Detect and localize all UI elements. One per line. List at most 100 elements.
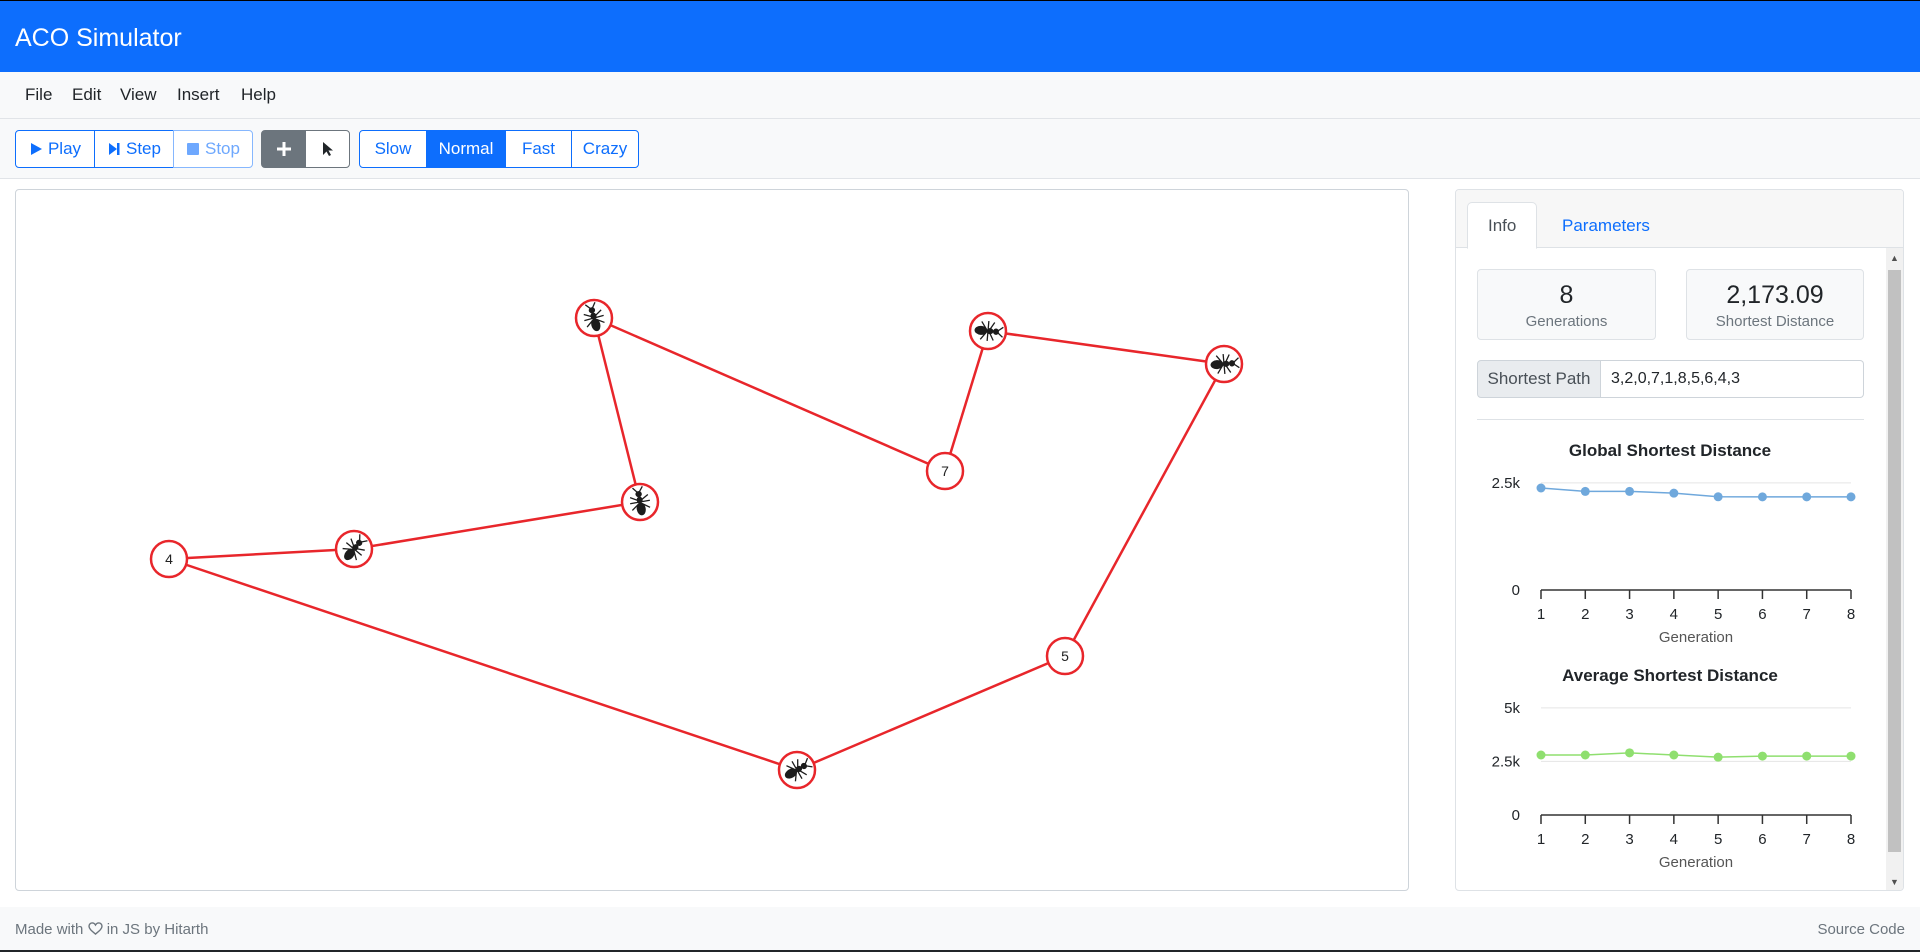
step-label: Step [126,139,161,158]
menu-edit[interactable]: Edit [72,85,101,105]
y-tick-label: 2.5k [1492,753,1521,770]
x-tick-label: 7 [1803,606,1811,623]
x-tick-label: 5 [1714,831,1722,848]
speed-crazy-button[interactable]: Crazy [571,130,639,168]
shortest-path-field[interactable]: 3,2,0,7,1,8,5,6,4,3 [1601,360,1864,398]
add-node-button[interactable] [261,130,306,168]
graph-nodes[interactable]: 4 7 5 [149,298,1244,790]
graph-node[interactable] [620,482,660,522]
scroll-up-icon[interactable]: ▲ [1886,250,1903,267]
generations-card: 8 Generations [1477,269,1656,340]
data-point [1536,750,1546,760]
speed-slow-button[interactable]: Slow [359,130,427,168]
y-tick-label: 5k [1504,700,1520,717]
menu-insert[interactable]: Insert [177,85,220,105]
navbar: ACO Simulator [0,0,1920,72]
data-point [1757,751,1767,761]
data-point [1713,492,1723,502]
scrollbar-thumb[interactable] [1888,270,1901,852]
menu-bar: File Edit View Insert Help [0,72,1920,119]
tool-mode-controls [261,130,350,168]
graph-node-7[interactable]: 7 [925,451,965,491]
speed-normal-button[interactable]: Normal [426,130,506,168]
menu-view[interactable]: View [120,85,157,105]
x-tick-label: 6 [1758,606,1766,623]
graph-node[interactable] [574,298,614,338]
stop-button[interactable]: Stop [173,130,253,168]
side-panel-scrollbar[interactable]: ▲ ▼ [1886,248,1903,890]
tab-info[interactable]: Info [1467,202,1538,249]
edge [987,329,1225,366]
data-point [1580,486,1590,496]
footer-credit: Made with in JS by Hitarth [15,921,208,938]
node-label: 4 [165,551,173,567]
x-tick-label: 8 [1847,831,1855,848]
cursor-icon [322,142,333,156]
graph-node[interactable] [777,750,817,790]
side-panel-tabs: Info Parameters [1456,190,1903,249]
data-point [1536,483,1546,493]
graph-canvas[interactable]: 4 7 5 [15,189,1409,891]
scroll-down-icon[interactable]: ▼ [1886,874,1903,890]
edge [353,500,641,551]
global-shortest-distance-chart: Global Shortest Distance 0 2.5k 1 2 3 4 5 6 7 8 Gen… [1492,441,1856,645]
x-axis-label: Generation [1659,629,1733,645]
shortest-distance-value: 2,173.09 [1726,281,1824,309]
data-point [1846,492,1856,502]
play-button[interactable]: Play [15,130,95,168]
x-tick-label: 8 [1847,606,1855,623]
shortest-distance-card: 2,173.09 Shortest Distance [1686,269,1864,340]
graph-svg[interactable]: 4 7 5 [16,190,1408,890]
edge [796,654,1066,772]
step-button[interactable]: Step [94,130,174,168]
footer: Made with in JS by Hitarth Source Code [0,907,1920,952]
play-icon [30,143,42,155]
data-point [1713,752,1723,762]
stop-icon [187,143,199,155]
y-tick-label: 0 [1512,807,1520,824]
footer-made-with: Made with [15,921,84,938]
graph-node[interactable] [334,529,374,569]
x-tick-label: 2 [1581,831,1589,848]
graph-node[interactable] [1204,344,1244,384]
select-button[interactable] [305,130,350,168]
heart-icon [87,922,103,935]
tab-parameters[interactable]: Parameters [1542,202,1670,249]
generations-value: 8 [1559,281,1574,309]
data-point [1757,492,1767,502]
speed-fast-button[interactable]: Fast [505,130,572,168]
data-point [1802,751,1812,761]
x-tick-label: 5 [1714,606,1722,623]
node-label: 5 [1061,648,1069,664]
plus-icon [276,142,291,156]
data-point [1802,492,1812,502]
node-label: 7 [941,463,949,479]
edge [943,330,990,472]
edge [1063,363,1226,657]
graph-node-4[interactable]: 4 [149,539,189,579]
data-point [1669,488,1679,498]
menu-file[interactable]: File [25,85,52,105]
edge [593,316,946,473]
chart-title: Global Shortest Distance [1569,441,1771,460]
shortest-distance-label: Shortest Distance [1715,313,1835,330]
shortest-path-group: Shortest Path 3,2,0,7,1,8,5,6,4,3 [1477,360,1864,398]
playback-controls: Play Step Stop [15,130,253,168]
source-code-link[interactable]: Source Code [1817,921,1905,938]
side-panel: Info Parameters 8 Generations 2,173.09 S… [1455,189,1904,891]
data-point [1625,748,1635,758]
play-label: Play [47,139,82,158]
graph-node-5[interactable]: 5 [1045,636,1085,676]
app-title[interactable]: ACO Simulator [15,24,182,53]
data-point [1846,751,1856,761]
x-tick-label: 7 [1803,831,1811,848]
edge [168,557,798,772]
footer-author: in JS by Hitarth [106,921,209,938]
data-point [1669,750,1679,760]
y-tick-label: 2.5k [1492,475,1521,492]
menu-help[interactable]: Help [241,85,276,105]
generations-label: Generations [1525,313,1608,330]
edge [592,317,642,503]
edge [168,547,355,561]
graph-node[interactable] [968,311,1008,351]
